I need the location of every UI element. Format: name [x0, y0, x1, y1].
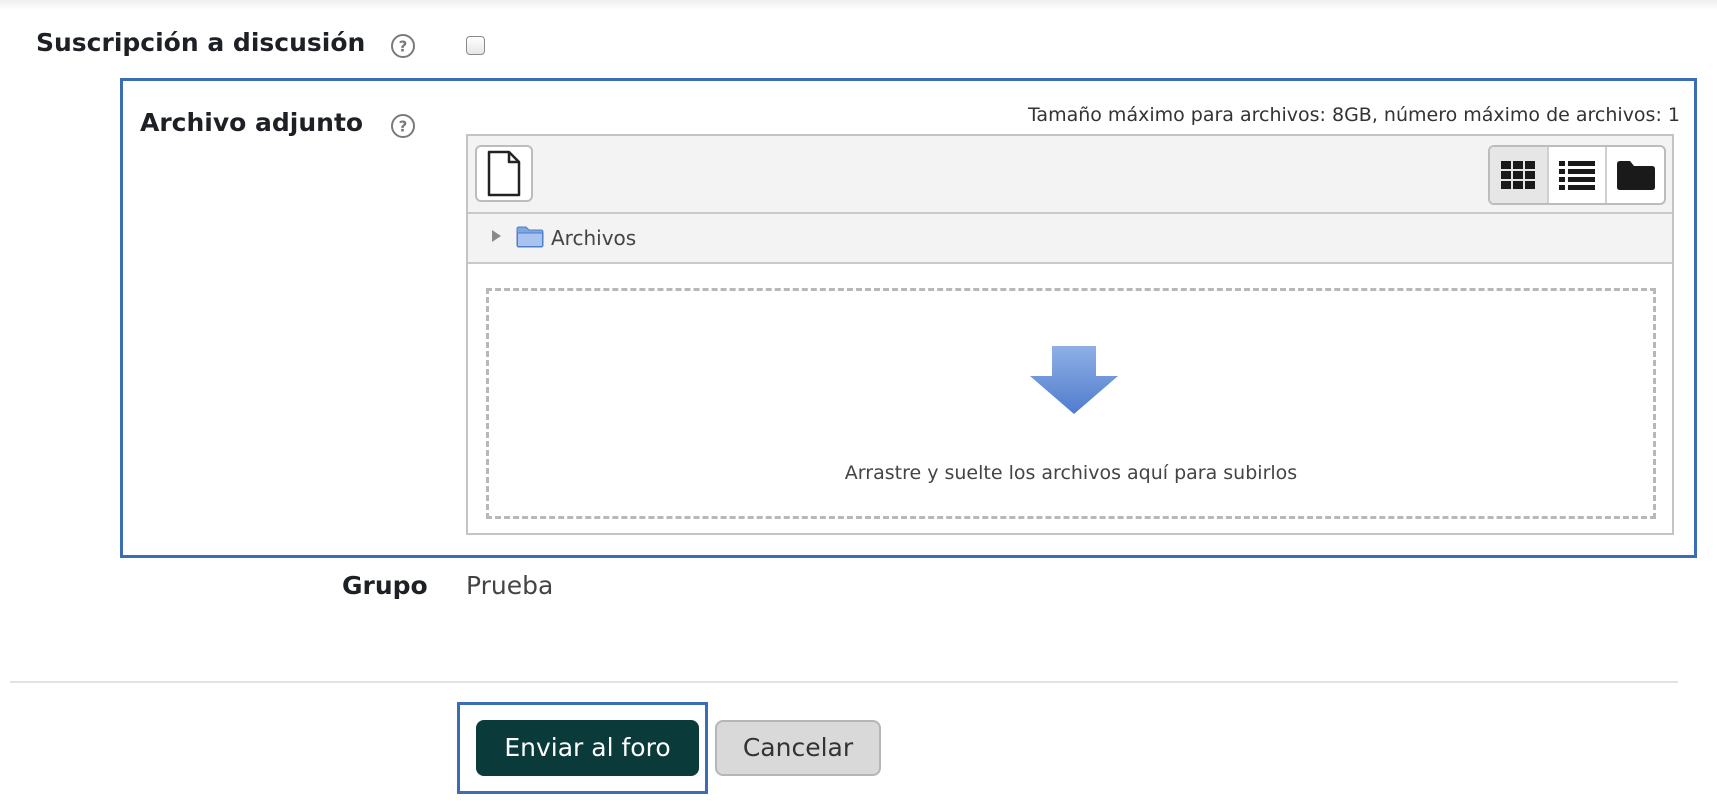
svg-text:?: ? — [399, 38, 408, 56]
view-switcher — [1488, 145, 1666, 205]
drop-arrow-icon — [1030, 346, 1118, 414]
icons-view-icon — [1501, 161, 1536, 189]
help-icon[interactable]: ? — [390, 33, 416, 59]
submit-button[interactable]: Enviar al foro — [476, 720, 699, 776]
top-shadow — [0, 0, 1717, 10]
form-divider — [10, 681, 1678, 683]
new-file-icon — [487, 150, 521, 197]
group-label: Grupo — [342, 571, 428, 600]
file-manager: Archivos Arrastre y suelte los archivos … — [466, 134, 1674, 535]
cancel-button[interactable]: Cancelar — [715, 720, 881, 776]
list-view-icon — [1559, 161, 1595, 190]
expand-arrow-icon[interactable] — [492, 230, 501, 242]
icons-view-button[interactable] — [1490, 147, 1549, 203]
attachment-label: Archivo adjunto — [140, 108, 364, 137]
path-folder-label[interactable]: Archivos — [551, 226, 636, 250]
file-path-bar: Archivos — [468, 214, 1672, 264]
folder-icon — [516, 226, 544, 248]
tree-view-icon — [1616, 161, 1655, 190]
file-manager-toolbar — [468, 136, 1672, 214]
max-file-info: Tamaño máximo para archivos: 8GB, número… — [1027, 104, 1680, 126]
add-file-button[interactable] — [475, 145, 533, 202]
file-drop-zone[interactable]: Arrastre y suelte los archivos aquí para… — [486, 288, 1656, 519]
subscription-checkbox[interactable] — [466, 36, 485, 55]
list-view-button[interactable] — [1549, 147, 1608, 203]
group-value: Prueba — [466, 571, 554, 600]
drop-instructions: Arrastre y suelte los archivos aquí para… — [844, 462, 1298, 484]
help-icon[interactable]: ? — [390, 113, 416, 139]
subscription-label: Suscripción a discusión — [36, 28, 366, 57]
tree-view-button[interactable] — [1607, 147, 1664, 203]
svg-text:?: ? — [399, 118, 408, 136]
